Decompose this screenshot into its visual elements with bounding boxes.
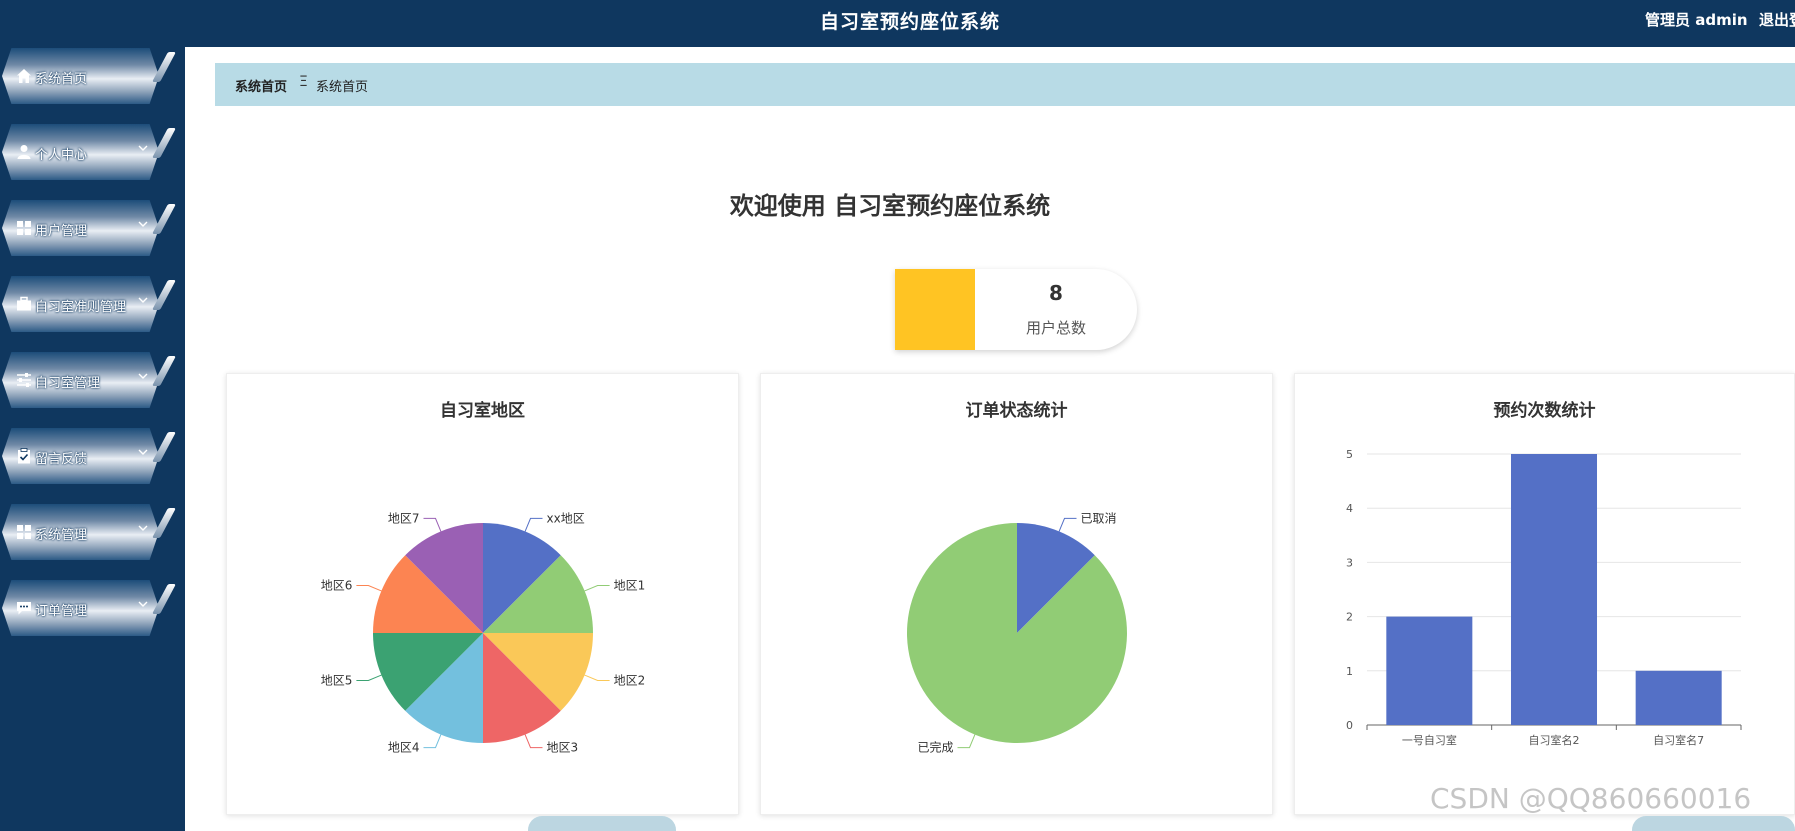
sidebar-item-feedback[interactable]: 留言反馈 [0,428,176,484]
decorative-tab [1632,816,1795,831]
sidebar-item-home[interactable]: 系统首页 [0,48,176,104]
pie-label: xx地区 [547,511,585,525]
chevron-down-icon [138,145,148,151]
sidebar-item-personal-center[interactable]: 个人中心 [0,124,176,180]
pie-label-line [584,585,610,592]
breadcrumb-current: 系统首页 [316,80,369,95]
briefcase-icon [17,296,31,311]
sidebar-item-label: 系统首页 [35,72,88,87]
region-pie-chart: xx地区地区1 地区2 地区3 地区4 地区5 地区6 地区7 [321,511,646,755]
y-tick-label: 4 [1346,502,1353,515]
pie-label: 地区1 [614,579,646,593]
chevron-down-icon [138,449,148,455]
user-icon [17,145,31,159]
stat-value: 8 [1049,281,1063,305]
sidebar-item-order-management[interactable]: 订单管理 [0,580,176,636]
breadcrumb-separator: Ξ [299,74,308,90]
breadcrumb: 系统首页 Ξ 系统首页 [215,63,1795,106]
pie-label-line [524,734,543,749]
pie-label: 地区4 [388,741,420,755]
order-status-chart-panel: 已取消已完成 订单状态统计 [760,373,1273,815]
region-chart-panel: xx地区地区1 地区2 地区3 地区4 地区5 地区6 地区7 自习室地区 [226,373,739,815]
chevron-down-icon [138,601,148,607]
pie-label-line [356,674,382,681]
chat-icon [17,602,31,615]
app-title: 自习室预约座位系统 [819,11,1000,33]
breadcrumb-home-link[interactable]: 系统首页 [235,76,287,95]
y-tick-label: 5 [1346,448,1353,461]
x-tick-label: 一号自习室 [1402,733,1457,747]
pie-label-line [584,674,610,681]
pie-label-line [423,517,442,532]
order-status-pie-chart: 已取消已完成 [906,511,1127,755]
sliders-icon [17,373,31,387]
sidebar-item-label: 用户管理 [35,224,88,239]
y-tick-label: 0 [1346,719,1353,732]
sidebar-item-label: 自习室准则管理 [35,300,127,315]
panel-title: 订单状态统计 [965,401,1068,421]
clipboard-check-icon [18,448,30,464]
stat-label: 用户总数 [1025,319,1086,337]
pie-label-line [1058,517,1077,532]
pie-label-line [524,517,543,532]
pie-label: 地区3 [547,741,579,755]
pie-label: 已完成 [917,740,953,755]
x-tick-label: 自习室名2 [1529,733,1580,747]
bar [1510,454,1598,725]
pie-label: 地区6 [321,579,353,593]
panel-title: 自习室地区 [440,401,525,421]
top-header: 自习室预约座位系统 管理员 admin 退出登录 [185,0,1795,47]
chevron-down-icon [138,373,148,379]
sidebar: 系统首页 个人中心 用户管理 自习室准则管理 自习室管理 留言反馈 系统管理 订… [0,0,185,831]
sidebar-item-label: 系统管理 [35,528,88,543]
watermark: CSDN @QQ860660016 [1430,782,1752,815]
y-tick-label: 1 [1346,665,1353,678]
pie-label: 地区7 [388,511,420,525]
pie-label: 地区5 [321,674,353,688]
panel-title: 预约次数统计 [1493,401,1596,421]
sidebar-item-label: 留言反馈 [35,452,88,467]
welcome-heading: 欢迎使用 自习室预约座位系统 [729,192,1051,220]
sidebar-item-label: 个人中心 [35,148,88,163]
sidebar-item-system-management[interactable]: 系统管理 [0,504,176,560]
pie-label: 地区2 [614,674,646,688]
chevron-down-icon [138,221,148,227]
stat-color-block [895,269,975,350]
pie-label: 已取消 [1081,511,1117,525]
chevron-down-icon [138,297,148,303]
y-tick-label: 2 [1346,611,1353,624]
decorative-tab [528,816,676,831]
booking-count-chart-panel: 0 1 2 3 4 5 一号自习室 自习室名2 自习室名7 预约次数统计 [1294,373,1795,815]
sidebar-item-rules-management[interactable]: 自习室准则管理 [0,276,176,332]
chevron-down-icon [138,525,148,531]
home-icon [17,69,31,83]
x-tick-label: 自习室名7 [1653,733,1704,747]
bar [1635,670,1722,725]
booking-count-bar-chart: 0 1 2 3 4 5 一号自习室 自习室名2 自习室名7 [1346,448,1742,747]
pie-label-line [957,734,976,749]
sidebar-item-label: 订单管理 [35,604,88,619]
pie-label-line [423,734,442,749]
grid-icon [17,525,31,539]
bar [1386,616,1473,725]
sidebar-item-room-management[interactable]: 自习室管理 [0,352,176,408]
sidebar-item-user-management[interactable]: 用户管理 [0,200,176,256]
current-user: 管理员 admin [1645,11,1748,29]
user-count-card: 8 用户总数 [895,269,1137,350]
sidebar-item-label: 自习室管理 [35,376,101,391]
logout-link[interactable]: 退出登录 [1759,9,1795,30]
y-tick-label: 3 [1346,556,1353,569]
pie-label-line [356,585,382,592]
grid-icon [17,221,31,235]
